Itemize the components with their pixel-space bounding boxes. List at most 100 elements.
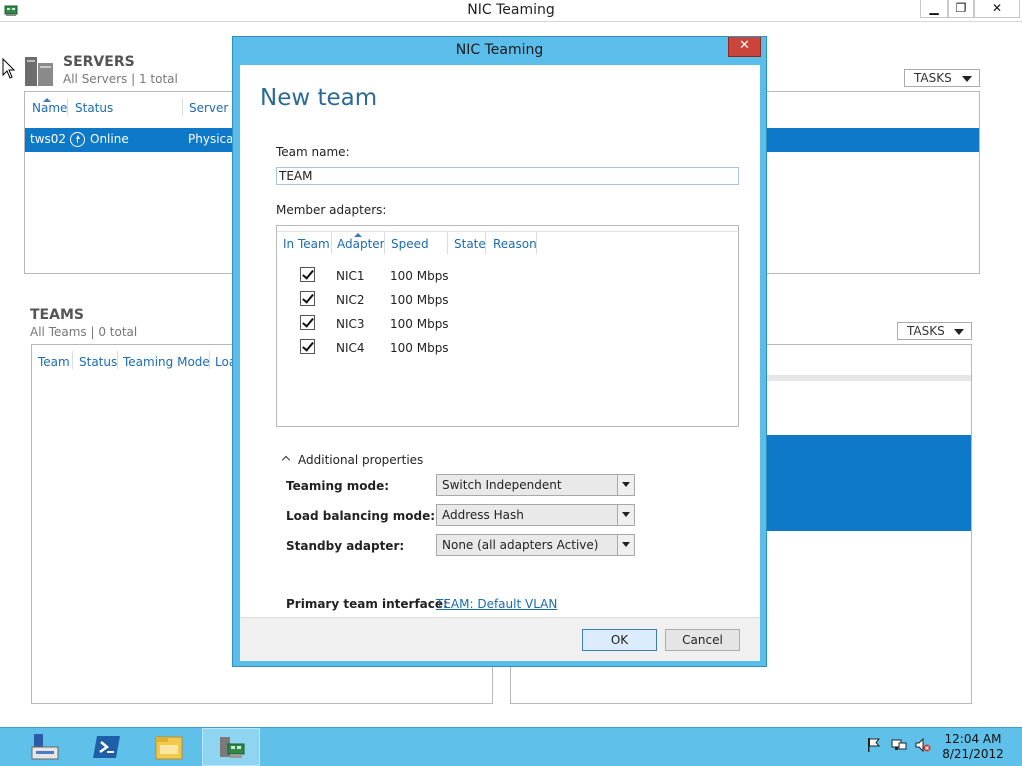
adapter-name: NIC4 bbox=[336, 341, 365, 355]
file-explorer-icon bbox=[155, 736, 183, 760]
list-item[interactable]: NIC1 100 Mbps bbox=[277, 266, 738, 288]
in-team-checkbox[interactable] bbox=[300, 267, 315, 282]
servers-title: SERVERS bbox=[63, 54, 135, 70]
list-item[interactable]: NIC3 100 Mbps bbox=[277, 314, 738, 336]
taskbar-powershell[interactable] bbox=[78, 728, 136, 766]
teams-subtitle: All Teams | 0 total bbox=[30, 325, 138, 339]
member-adapters-label: Member adapters: bbox=[276, 203, 387, 217]
column-divider[interactable] bbox=[331, 232, 332, 254]
in-team-checkbox[interactable] bbox=[300, 291, 315, 306]
servers-tasks-button[interactable]: TASKS bbox=[904, 69, 980, 87]
minimize-button[interactable]: ▁ bbox=[920, 0, 948, 18]
dialog-close-button[interactable]: ✕ bbox=[728, 37, 761, 57]
new-team-dialog: NIC Teaming ✕ New team Team name: TEAM M… bbox=[232, 36, 767, 667]
action-center-flag-icon[interactable] bbox=[866, 737, 882, 753]
close-button[interactable]: ✕ bbox=[974, 0, 1020, 18]
server-manager-icon bbox=[31, 734, 59, 760]
column-divider[interactable] bbox=[384, 232, 385, 254]
adapter-column-state[interactable]: State bbox=[454, 237, 486, 251]
dialog-body: New team Team name: TEAM Member adapters… bbox=[240, 65, 760, 617]
servers-column-name[interactable]: Name bbox=[32, 101, 67, 115]
chevron-down-icon[interactable] bbox=[617, 505, 634, 525]
servers-column-status[interactable]: Status bbox=[75, 101, 113, 115]
servers-icon bbox=[25, 57, 53, 86]
clock-date: 8/21/2012 bbox=[942, 747, 1004, 761]
taskbar-server-manager[interactable] bbox=[16, 728, 74, 766]
adapter-column-adapter[interactable]: Adapter bbox=[337, 237, 385, 251]
load-balancing-value: Address Hash bbox=[442, 508, 524, 522]
list-header-strip bbox=[277, 226, 738, 232]
online-status-icon bbox=[70, 132, 85, 147]
column-divider[interactable] bbox=[67, 98, 68, 116]
adapter-column-in-team[interactable]: In Team bbox=[283, 237, 330, 251]
adapter-speed: 100 Mbps bbox=[390, 317, 449, 331]
column-divider[interactable] bbox=[182, 98, 183, 116]
teams-tasks-label: TASKS bbox=[907, 324, 945, 338]
column-divider[interactable] bbox=[72, 351, 73, 369]
column-divider[interactable] bbox=[209, 351, 210, 369]
adapter-name: NIC3 bbox=[336, 317, 365, 331]
chevron-down-icon[interactable] bbox=[617, 535, 634, 555]
teaming-mode-value: Switch Independent bbox=[442, 478, 562, 492]
server-status: Online bbox=[90, 132, 129, 146]
member-adapters-list: In Team Adapter Speed State Reason NIC1 … bbox=[276, 225, 739, 427]
column-divider[interactable] bbox=[447, 232, 448, 254]
column-divider[interactable] bbox=[536, 232, 537, 254]
adapter-column-speed[interactable]: Speed bbox=[391, 237, 429, 251]
teams-tasks-button[interactable]: TASKS bbox=[897, 322, 972, 340]
list-item[interactable]: NIC4 100 Mbps bbox=[277, 338, 738, 360]
server-name: tws02 bbox=[30, 132, 67, 146]
taskbar: 12:04 AM 8/21/2012 bbox=[0, 727, 1022, 766]
additional-properties-toggle[interactable]: Additional properties bbox=[281, 453, 424, 467]
taskbar-file-explorer[interactable] bbox=[140, 728, 198, 766]
list-item[interactable]: NIC2 100 Mbps bbox=[277, 290, 738, 312]
cancel-button[interactable]: Cancel bbox=[665, 629, 740, 651]
servers-subtitle: All Servers | 1 total bbox=[63, 72, 178, 86]
column-divider[interactable] bbox=[117, 351, 118, 369]
standby-adapter-value: None (all adapters Active) bbox=[442, 538, 599, 552]
system-clock[interactable]: 12:04 AM 8/21/2012 bbox=[940, 732, 1006, 762]
chevron-down-icon bbox=[962, 76, 972, 82]
restore-button[interactable]: ❐ bbox=[948, 0, 974, 18]
teams-column-status[interactable]: Status bbox=[79, 355, 117, 369]
taskbar-nic-teaming[interactable] bbox=[202, 728, 260, 766]
servers-tasks-label: TASKS bbox=[914, 71, 952, 85]
network-icon[interactable] bbox=[891, 737, 907, 753]
dialog-title: NIC Teaming bbox=[455, 42, 544, 58]
server-type: Physical bbox=[188, 132, 237, 146]
standby-adapter-label: Standby adapter: bbox=[286, 539, 405, 553]
teams-column-team[interactable]: Team bbox=[38, 355, 70, 369]
teams-column-teaming-mode[interactable]: Teaming Mode bbox=[123, 355, 210, 369]
chevron-down-icon[interactable] bbox=[617, 475, 634, 495]
in-team-checkbox[interactable] bbox=[300, 339, 315, 354]
standby-adapter-select[interactable]: None (all adapters Active) bbox=[436, 534, 635, 556]
primary-interface-label: Primary team interface: bbox=[286, 597, 448, 611]
speaker-muted-icon[interactable] bbox=[915, 737, 931, 753]
team-name-label: Team name: bbox=[276, 145, 350, 159]
window-titlebar: NIC Teaming ▁ ❐ ✕ bbox=[0, 0, 1022, 22]
chevron-up-icon bbox=[281, 455, 291, 465]
adapter-name: NIC1 bbox=[336, 269, 365, 283]
clock-time: 12:04 AM bbox=[944, 732, 1002, 746]
dialog-footer: OK Cancel bbox=[240, 617, 760, 661]
load-balancing-label: Load balancing mode: bbox=[286, 509, 436, 523]
ok-button[interactable]: OK bbox=[582, 629, 657, 651]
adapter-column-reason[interactable]: Reason bbox=[493, 237, 537, 251]
adapter-name: NIC2 bbox=[336, 293, 365, 307]
column-divider[interactable] bbox=[485, 232, 486, 254]
powershell-icon bbox=[93, 736, 120, 758]
adapter-speed: 100 Mbps bbox=[390, 341, 449, 355]
primary-interface-link[interactable]: TEAM: Default VLAN bbox=[436, 597, 557, 611]
chevron-down-icon bbox=[954, 329, 964, 335]
teaming-mode-label: Teaming mode: bbox=[286, 479, 390, 493]
load-balancing-select[interactable]: Address Hash bbox=[436, 504, 635, 526]
adapter-speed: 100 Mbps bbox=[390, 269, 449, 283]
teaming-mode-select[interactable]: Switch Independent bbox=[436, 474, 635, 496]
in-team-checkbox[interactable] bbox=[300, 315, 315, 330]
mouse-cursor-icon bbox=[2, 58, 16, 79]
dialog-heading: New team bbox=[260, 85, 378, 111]
team-name-input[interactable]: TEAM bbox=[276, 167, 739, 185]
adapter-speed: 100 Mbps bbox=[390, 293, 449, 307]
additional-properties-label: Additional properties bbox=[298, 453, 424, 467]
window-title: NIC Teaming bbox=[467, 2, 555, 18]
